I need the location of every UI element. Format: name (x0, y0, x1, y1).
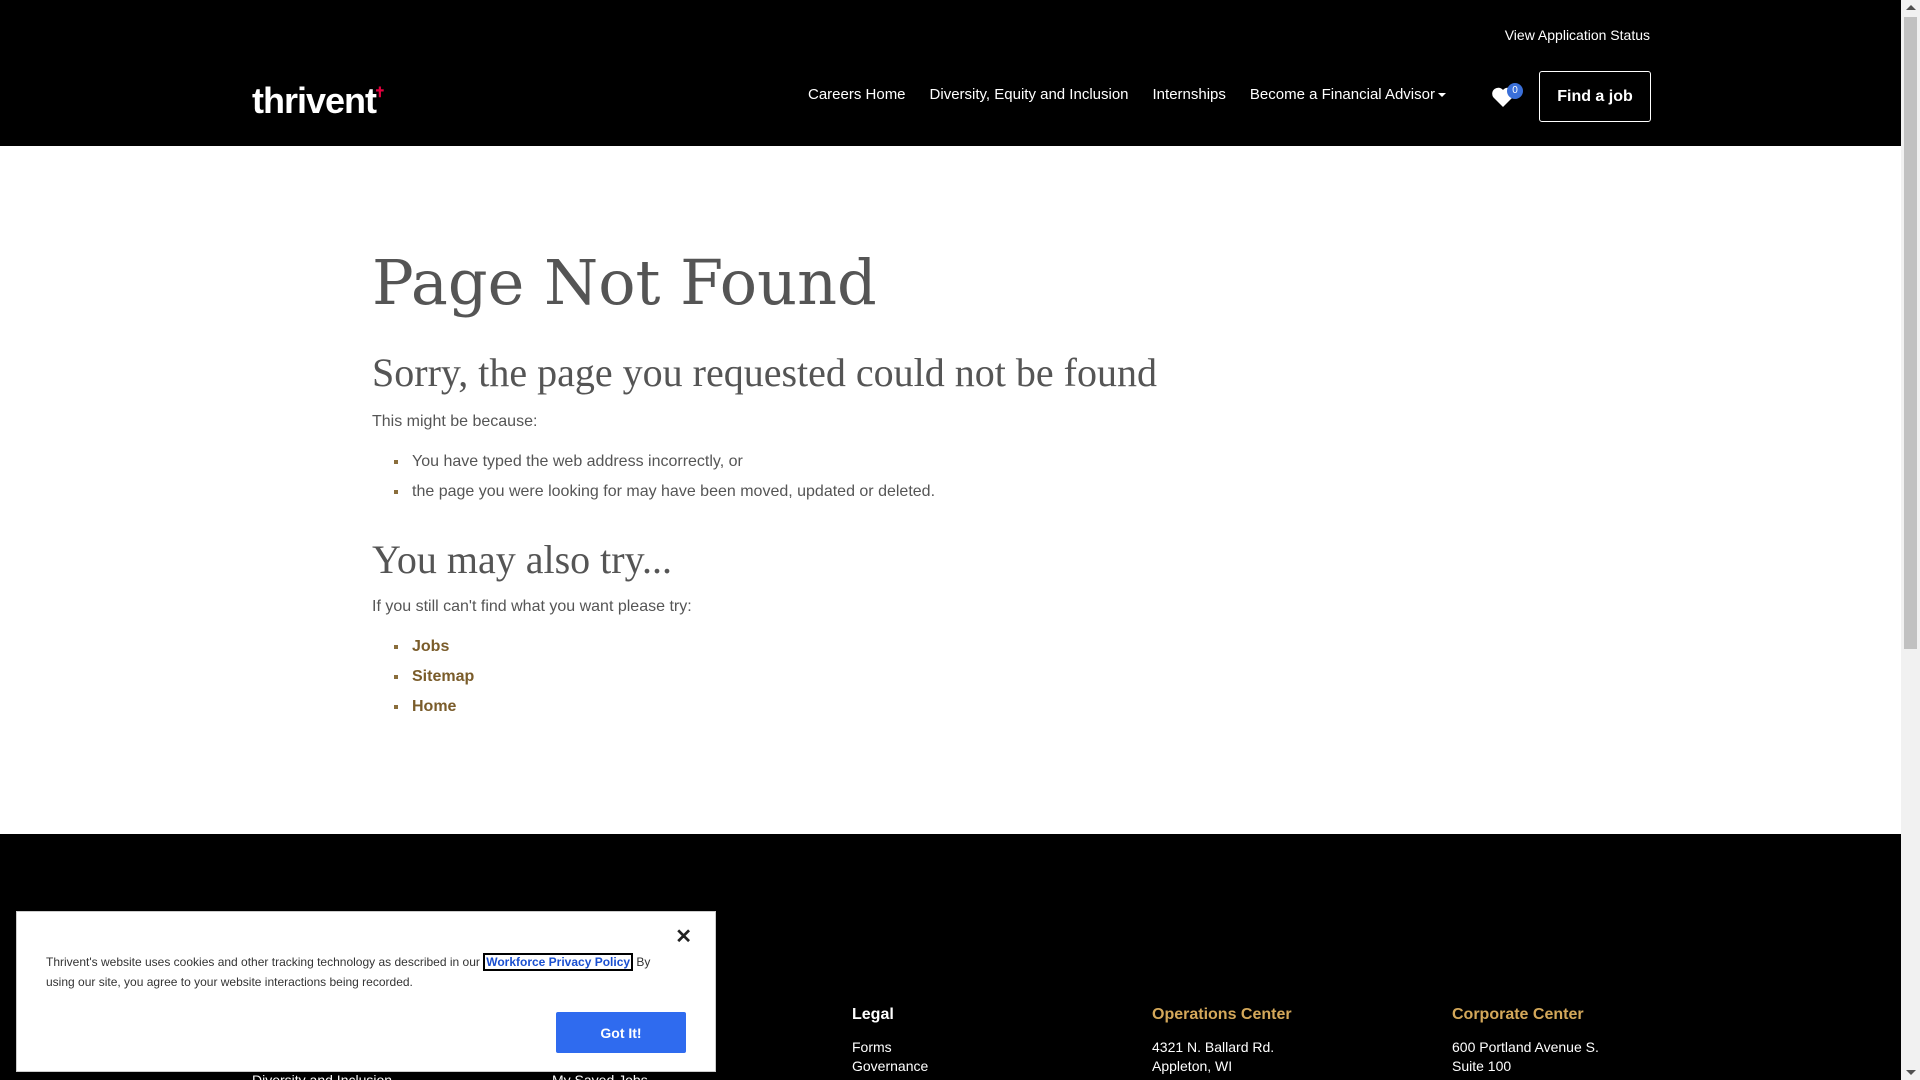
logo-mark-icon: ✝ (374, 84, 386, 100)
link-jobs[interactable]: Jobs (394, 632, 474, 662)
footer-operations-heading: Operations Center (1152, 1006, 1292, 1023)
footer-corporate-heading: Corporate Center (1452, 1006, 1584, 1023)
scroll-thumb[interactable] (1904, 17, 1917, 649)
saved-jobs-badge: 0 (1507, 83, 1523, 99)
list-item: You have typed the web address incorrect… (394, 447, 935, 477)
logo-text: thrivent (252, 80, 377, 121)
cookie-text-before: Thrivent's website uses cookies and othe… (46, 955, 480, 969)
scroll-up-icon[interactable] (1906, 5, 1916, 10)
footer-corporate: Corporate Center 600 Portland Avenue S. … (1452, 1006, 1599, 1076)
footer-link-forms[interactable]: Forms (852, 1038, 928, 1057)
nav-financial-advisor[interactable]: Become a Financial Advisor (1250, 86, 1446, 103)
privacy-policy-link[interactable]: Workforce Privacy Policy (483, 953, 634, 971)
also-try-heading: You may also try... (372, 537, 673, 582)
find-a-job-button[interactable]: Find a job (1539, 71, 1651, 122)
reason-list: You have typed the web address incorrect… (394, 447, 935, 507)
footer-operations: Operations Center 4321 N. Ballard Rd. Ap… (1152, 1006, 1292, 1076)
cookie-banner: ✕ Thrivent's website uses cookies and ot… (16, 911, 716, 1072)
page-subtitle: Sorry, the page you requested could not … (372, 350, 1157, 395)
reason-intro: This might be because: (372, 413, 538, 430)
cookie-text: Thrivent's website uses cookies and othe… (46, 952, 666, 992)
site-header: View Application Status thrivent✝ Career… (0, 0, 1901, 146)
list-item: the page you were looking for may have b… (394, 477, 935, 507)
footer-link-saved-jobs[interactable]: My Saved Jobs (552, 1072, 648, 1080)
suggested-links: Jobs Sitemap Home (394, 632, 474, 722)
nav-careers-home[interactable]: Careers Home (808, 86, 906, 103)
footer-legal-heading: Legal (852, 1006, 894, 1023)
scroll-down-icon[interactable] (1906, 1070, 1916, 1075)
link-sitemap[interactable]: Sitemap (394, 662, 474, 692)
link-home[interactable]: Home (394, 692, 474, 722)
footer-corporate-line: Suite 100 (1452, 1058, 1512, 1074)
footer-legal: Legal Forms Governance (852, 1006, 928, 1076)
view-application-status-link[interactable]: View Application Status (1505, 27, 1650, 43)
accept-cookies-button[interactable]: Got It! (556, 1012, 686, 1053)
nav-diversity[interactable]: Diversity, Equity and Inclusion (930, 86, 1129, 103)
footer-operations-line: 4321 N. Ballard Rd. (1152, 1039, 1275, 1055)
main-nav: Careers Home Diversity, Equity and Inclu… (808, 86, 1470, 103)
nav-internships[interactable]: Internships (1153, 86, 1226, 103)
footer-link-governance[interactable]: Governance (852, 1057, 928, 1076)
also-try-intro: If you still can't find what you want pl… (372, 598, 692, 615)
nav-financial-advisor-label: Become a Financial Advisor (1249, 86, 1435, 103)
page-scrollbar[interactable] (1901, 0, 1920, 1080)
close-icon[interactable]: ✕ (675, 924, 692, 949)
page-title: Page Not Found (372, 246, 877, 319)
footer-link-diversity[interactable]: Diversity and Inclusion (252, 1072, 392, 1080)
footer-corporate-line: 600 Portland Avenue S. (1452, 1039, 1599, 1055)
chevron-down-icon (1437, 93, 1446, 98)
footer-operations-line: Appleton, WI (1152, 1058, 1233, 1074)
thrivent-logo[interactable]: thrivent✝ (252, 80, 387, 122)
